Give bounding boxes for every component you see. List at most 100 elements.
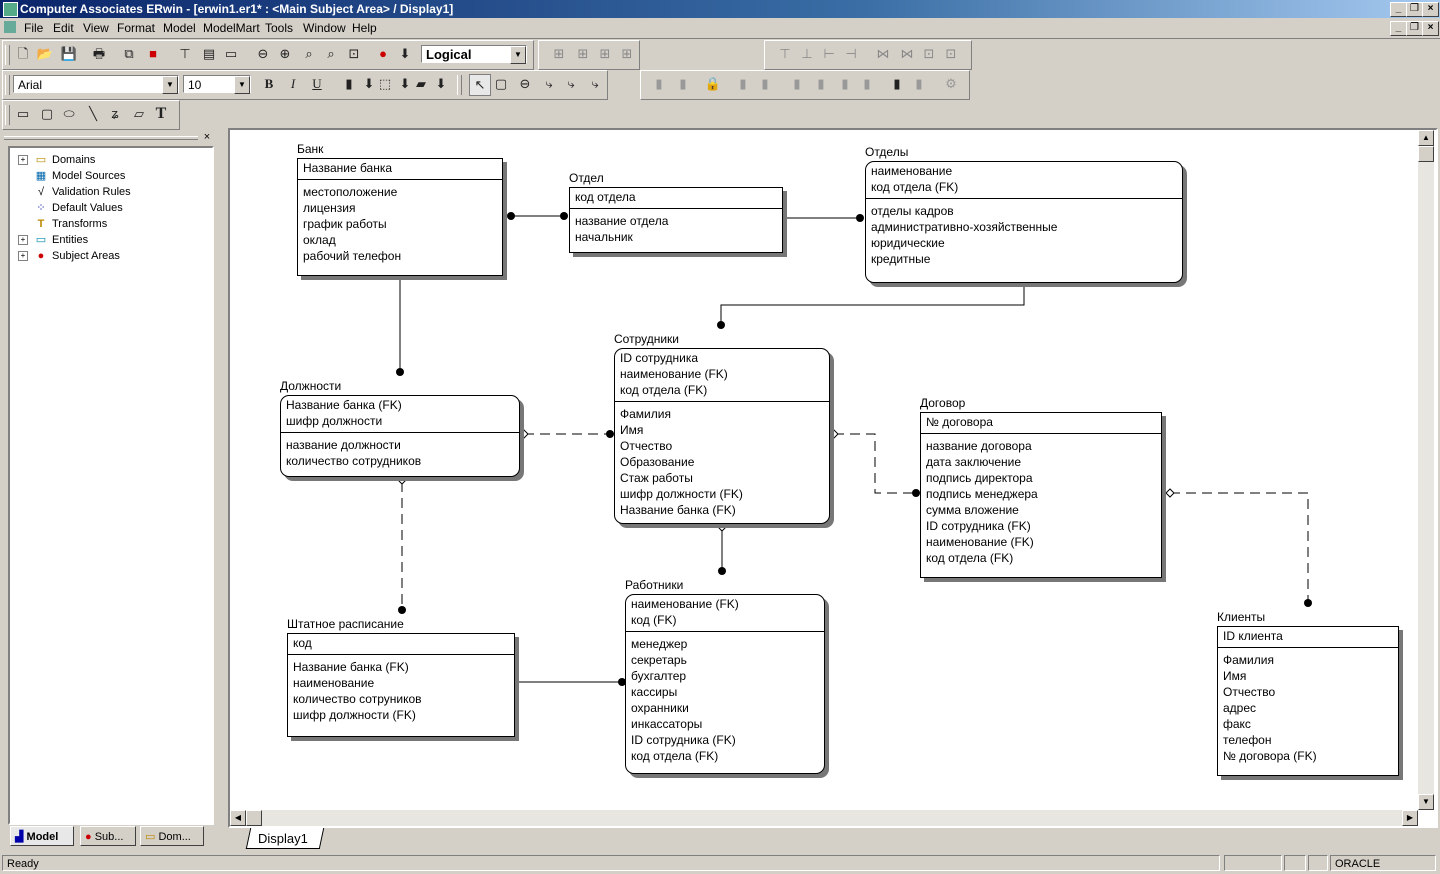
horizontal-scrollbar[interactable]: ◀ ▶ [230, 810, 1418, 826]
align-top-icon[interactable]: ⊤ [775, 44, 795, 64]
menu-edit[interactable]: Edit [53, 21, 74, 35]
tree-item-model-sources[interactable]: ▦ Model Sources [18, 168, 126, 184]
mm-icon-7[interactable]: ▮ [835, 74, 855, 94]
open-folder-icon[interactable]: 📂 [35, 44, 55, 64]
tree-item-subject-areas[interactable]: + ● Subject Areas [18, 248, 120, 264]
polygon-tool-icon[interactable]: ▱ [129, 104, 149, 124]
mm-icon-2[interactable]: ▮ [673, 74, 693, 94]
mm-icon-6[interactable]: ▮ [811, 74, 831, 94]
entity-dolzhnosti[interactable]: Название банка (FK) шифр должности назва… [280, 395, 520, 477]
space-v-icon[interactable]: ⋈ [897, 44, 917, 64]
menu-view[interactable]: View [83, 21, 109, 35]
tab-subject-areas[interactable]: ● Sub... [80, 826, 136, 846]
font-size-select[interactable]: 10 ▼ [183, 75, 251, 94]
menu-help[interactable]: Help [352, 21, 377, 35]
mm-icon-9[interactable]: ▮ [887, 74, 907, 94]
entity-bank[interactable]: Название банка местоположение лицензия г… [297, 158, 503, 276]
entity-klienty[interactable]: ID клиента Фамилия Имя Отчество адрес фа… [1217, 626, 1399, 776]
bold-button[interactable]: B [259, 74, 279, 94]
horizontal-scroll-thumb[interactable] [246, 810, 262, 826]
zoom-out-icon[interactable]: ⊖ [253, 44, 273, 64]
save-icon[interactable]: 💾 [59, 44, 79, 64]
font-name-select[interactable]: Arial ▼ [13, 75, 179, 94]
comment-icon[interactable]: ▭ [221, 44, 241, 64]
arrow-down-icon[interactable]: ⬇ [395, 44, 415, 64]
fill-color-icon[interactable]: ▮ [339, 74, 359, 94]
entity-rabotniki[interactable]: наименование (FK) код (FK) менеджер секр… [625, 594, 825, 774]
gear-icon[interactable]: ⚙ [941, 74, 961, 94]
restore-button[interactable]: ❐ [1406, 2, 1423, 17]
tree-item-default-values[interactable]: ⁘ Default Values [18, 200, 122, 216]
zoom-in-icon[interactable]: ⊕ [275, 44, 295, 64]
page-icon[interactable]: ▤ [199, 44, 219, 64]
space-h-icon[interactable]: ⋈ [873, 44, 893, 64]
same-width-icon[interactable]: ⊡ [941, 44, 961, 64]
diagram-canvas[interactable]: Банк Название банка местоположение лицен… [228, 128, 1438, 828]
tree-layout2-icon[interactable]: ⊞ [595, 44, 615, 64]
many-to-many-icon[interactable]: ⤷ [561, 74, 581, 94]
mm-icon-3[interactable]: ▮ [733, 74, 753, 94]
tab-domains[interactable]: ▭ Dom... [140, 826, 204, 846]
entity-dogovor[interactable]: № договора название договора дата заключ… [920, 412, 1162, 578]
tree-layout-icon[interactable]: ⊞ [573, 44, 593, 64]
new-file-icon[interactable]: 🗋 [13, 44, 33, 64]
line-tool-icon[interactable]: ╲ [83, 104, 103, 124]
ellipse-tool-icon[interactable]: ⬭ [59, 104, 79, 124]
mm-icon-10[interactable]: ▮ [909, 74, 929, 94]
vertical-scrollbar[interactable]: ▲ ▼ [1418, 130, 1434, 810]
print-icon[interactable]: 🖶 [89, 44, 109, 64]
doc-close-button[interactable]: × [1422, 21, 1439, 36]
menu-format[interactable]: Format [117, 21, 155, 35]
format-icon[interactable]: ⊤ [175, 44, 195, 64]
chevron-down-icon[interactable]: ▼ [162, 76, 178, 94]
underline-button[interactable]: U [307, 74, 327, 94]
chevron-down-icon[interactable]: ▼ [234, 76, 250, 94]
expand-icon[interactable]: + [18, 235, 28, 246]
align-middle-icon[interactable]: ⊥ [797, 44, 817, 64]
identifying-rel-icon[interactable]: ⤷ [539, 74, 559, 94]
category-tool-icon[interactable]: ⊖ [515, 74, 535, 94]
menu-tools[interactable]: Tools [265, 21, 293, 35]
non-identifying-rel-icon[interactable]: ⤷ [585, 74, 605, 94]
menu-modelmart[interactable]: ModelMart [203, 21, 260, 35]
document-icon[interactable] [4, 21, 16, 33]
doc-minimize-button[interactable]: _ [1390, 21, 1407, 36]
tree-item-validation-rules[interactable]: √ Validation Rules [18, 184, 131, 200]
menu-window[interactable]: Window [303, 21, 346, 35]
rectangle-tool-icon[interactable]: ▭ [13, 104, 33, 124]
dropdown-arrow-icon[interactable]: ⬇ [431, 74, 451, 94]
subject-area-icon[interactable]: ● [373, 44, 393, 64]
mm-icon-5[interactable]: ▮ [787, 74, 807, 94]
pointer-tool-icon[interactable]: ↖ [469, 74, 491, 96]
same-size-icon[interactable]: ⊡ [919, 44, 939, 64]
lock-icon[interactable]: 🔒 [703, 74, 723, 94]
align-left-icon[interactable]: ⊢ [819, 44, 839, 64]
expand-icon[interactable]: + [18, 251, 28, 262]
text-tool-icon[interactable]: T [151, 104, 171, 124]
entity-otdely[interactable]: наименование код отдела (FK) отделы кадр… [865, 161, 1183, 283]
scroll-down-icon[interactable]: ▼ [1418, 794, 1434, 810]
entity-sotrudniki[interactable]: ID сотрудника наименование (FK) код отде… [614, 348, 830, 524]
expand-icon[interactable]: + [18, 155, 28, 166]
color-icon[interactable]: ■ [143, 44, 163, 64]
mm-icon-8[interactable]: ▮ [857, 74, 877, 94]
scroll-left-icon[interactable]: ◀ [230, 810, 246, 826]
entity-otdel[interactable]: код отдела название отдела начальник [569, 187, 783, 253]
tab-model[interactable]: ▟ Model [10, 826, 74, 846]
scroll-right-icon[interactable]: ▶ [1402, 810, 1418, 826]
zoom-fit-icon[interactable]: ⌕ [321, 44, 341, 64]
chevron-down-icon[interactable]: ▼ [510, 46, 526, 64]
minimize-button[interactable]: _ [1390, 2, 1407, 17]
zoom-page-icon[interactable]: ⊡ [344, 44, 364, 64]
doc-restore-button[interactable]: ❐ [1406, 21, 1423, 36]
layout-icon[interactable]: ⊞ [549, 44, 569, 64]
zoom-icon[interactable]: ⌕ [299, 44, 319, 64]
copy-icon[interactable]: ⧉ [119, 44, 139, 64]
view-mode-select[interactable]: Logical ▼ [421, 45, 527, 64]
polyline-tool-icon[interactable]: ʑ [105, 104, 125, 124]
entity-shtat[interactable]: код Название банка (FK) наименование кол… [287, 633, 515, 737]
mm-icon-4[interactable]: ▮ [755, 74, 775, 94]
scroll-up-icon[interactable]: ▲ [1418, 130, 1434, 146]
tree-item-domains[interactable]: + ▭ Domains [18, 152, 95, 168]
entity-tool-icon[interactable]: ▢ [491, 74, 511, 94]
